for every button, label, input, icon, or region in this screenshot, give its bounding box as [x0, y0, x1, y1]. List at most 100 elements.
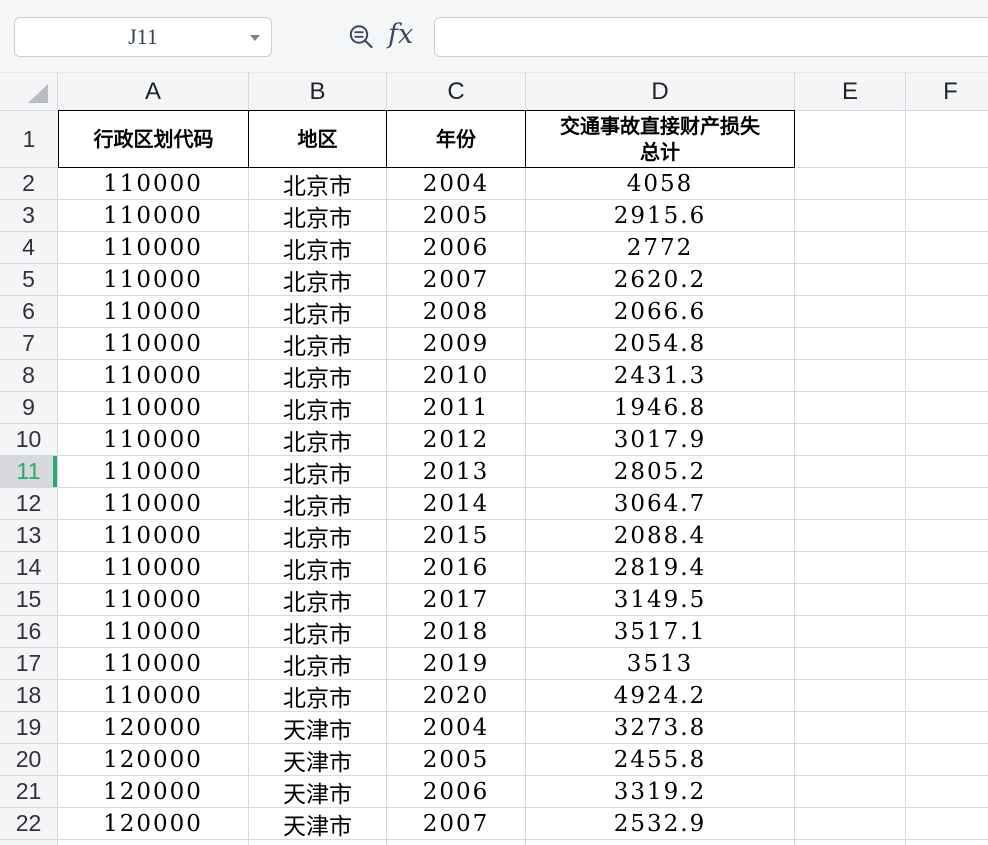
row-header-15[interactable]: 15	[0, 584, 58, 616]
cell-B7[interactable]: 北京市	[249, 328, 387, 360]
cell-F11[interactable]	[906, 456, 988, 488]
row-header-3[interactable]: 3	[0, 200, 58, 232]
cell-C13[interactable]: 2015	[387, 520, 526, 552]
cell-A2[interactable]: 110000	[58, 168, 249, 200]
cell-D9[interactable]: 1946.8	[526, 392, 795, 424]
cell-C21[interactable]: 2006	[387, 776, 526, 808]
cell-D22[interactable]: 2532.9	[526, 808, 795, 840]
cell-A23[interactable]	[58, 840, 249, 845]
row-header-2[interactable]: 2	[0, 168, 58, 200]
cell-E9[interactable]	[795, 392, 906, 424]
cell-C3[interactable]: 2005	[387, 200, 526, 232]
cell-B9[interactable]: 北京市	[249, 392, 387, 424]
cell-C14[interactable]: 2016	[387, 552, 526, 584]
cell-D5[interactable]: 2620.2	[526, 264, 795, 296]
cell-F14[interactable]	[906, 552, 988, 584]
cell-E7[interactable]	[795, 328, 906, 360]
name-box-dropdown-icon[interactable]	[250, 35, 260, 41]
cell-B17[interactable]: 北京市	[249, 648, 387, 680]
cell-C19[interactable]: 2004	[387, 712, 526, 744]
cell-C9[interactable]: 2011	[387, 392, 526, 424]
select-all-button[interactable]	[0, 73, 58, 111]
cell-F1[interactable]	[906, 110, 988, 168]
cell-D7[interactable]: 2054.8	[526, 328, 795, 360]
cell-C12[interactable]: 2014	[387, 488, 526, 520]
cell-B20[interactable]: 天津市	[249, 744, 387, 776]
column-header-A[interactable]: A	[58, 73, 249, 111]
cell-D13[interactable]: 2088.4	[526, 520, 795, 552]
cell-E23[interactable]	[795, 840, 906, 845]
cell-F23[interactable]	[906, 840, 988, 845]
cell-B16[interactable]: 北京市	[249, 616, 387, 648]
cell-A9[interactable]: 110000	[58, 392, 249, 424]
cell-F15[interactable]	[906, 584, 988, 616]
row-header-22[interactable]: 22	[0, 808, 58, 840]
cell-D17[interactable]: 3513	[526, 648, 795, 680]
cell-C10[interactable]: 2012	[387, 424, 526, 456]
column-header-E[interactable]: E	[795, 73, 906, 111]
cell-B13[interactable]: 北京市	[249, 520, 387, 552]
cell-C18[interactable]: 2020	[387, 680, 526, 712]
cell-E13[interactable]	[795, 520, 906, 552]
cell-B3[interactable]: 北京市	[249, 200, 387, 232]
row-header-18[interactable]: 18	[0, 680, 58, 712]
cell-F10[interactable]	[906, 424, 988, 456]
column-header-C[interactable]: C	[387, 73, 526, 111]
row-header-13[interactable]: 13	[0, 520, 58, 552]
cell-B21[interactable]: 天津市	[249, 776, 387, 808]
cell-D8[interactable]: 2431.3	[526, 360, 795, 392]
cell-D18[interactable]: 4924.2	[526, 680, 795, 712]
cell-E3[interactable]	[795, 200, 906, 232]
cell-A12[interactable]: 110000	[58, 488, 249, 520]
row-header-16[interactable]: 16	[0, 616, 58, 648]
cell-D15[interactable]: 3149.5	[526, 584, 795, 616]
cell-B11[interactable]: 北京市	[249, 456, 387, 488]
cell-F9[interactable]	[906, 392, 988, 424]
cell-A4[interactable]: 110000	[58, 232, 249, 264]
cell-C8[interactable]: 2010	[387, 360, 526, 392]
row-header-6[interactable]: 6	[0, 296, 58, 328]
row-header-11[interactable]: 11	[0, 456, 58, 488]
cell-F5[interactable]	[906, 264, 988, 296]
row-header-9[interactable]: 9	[0, 392, 58, 424]
cell-B19[interactable]: 天津市	[249, 712, 387, 744]
cell-E2[interactable]	[795, 168, 906, 200]
cell-E6[interactable]	[795, 296, 906, 328]
cell-B14[interactable]: 北京市	[249, 552, 387, 584]
row-header-23[interactable]	[0, 840, 58, 845]
cell-A15[interactable]: 110000	[58, 584, 249, 616]
cell-A5[interactable]: 110000	[58, 264, 249, 296]
search-icon[interactable]	[347, 23, 377, 53]
row-header-4[interactable]: 4	[0, 232, 58, 264]
cell-F17[interactable]	[906, 648, 988, 680]
row-header-21[interactable]: 21	[0, 776, 58, 808]
cell-B23[interactable]	[249, 840, 387, 845]
cell-E10[interactable]	[795, 424, 906, 456]
cell-C23[interactable]	[387, 840, 526, 845]
cell-C5[interactable]: 2007	[387, 264, 526, 296]
row-header-7[interactable]: 7	[0, 328, 58, 360]
cell-A17[interactable]: 110000	[58, 648, 249, 680]
cell-F8[interactable]	[906, 360, 988, 392]
cell-D19[interactable]: 3273.8	[526, 712, 795, 744]
cell-F21[interactable]	[906, 776, 988, 808]
cell-A19[interactable]: 120000	[58, 712, 249, 744]
cell-E19[interactable]	[795, 712, 906, 744]
cell-F18[interactable]	[906, 680, 988, 712]
cell-B15[interactable]: 北京市	[249, 584, 387, 616]
cell-C7[interactable]: 2009	[387, 328, 526, 360]
cell-B22[interactable]: 天津市	[249, 808, 387, 840]
column-header-F[interactable]: F	[906, 73, 988, 111]
cell-B2[interactable]: 北京市	[249, 168, 387, 200]
cell-B12[interactable]: 北京市	[249, 488, 387, 520]
cell-F20[interactable]	[906, 744, 988, 776]
cell-A18[interactable]: 110000	[58, 680, 249, 712]
cell-F22[interactable]	[906, 808, 988, 840]
cell-E15[interactable]	[795, 584, 906, 616]
cell-D23[interactable]	[526, 840, 795, 845]
cell-A13[interactable]: 110000	[58, 520, 249, 552]
cell-A20[interactable]: 120000	[58, 744, 249, 776]
fx-icon[interactable]: fx	[388, 19, 413, 50]
formula-bar-input[interactable]	[434, 17, 988, 57]
cell-E11[interactable]	[795, 456, 906, 488]
